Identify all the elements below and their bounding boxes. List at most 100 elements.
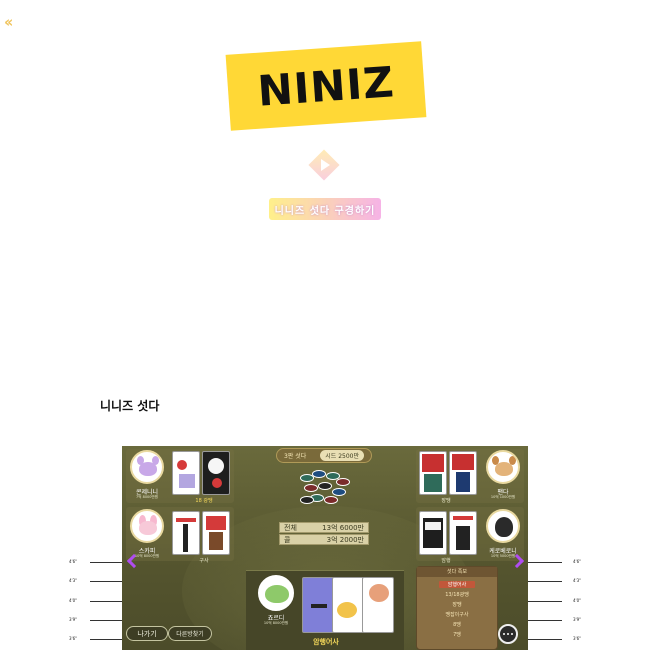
hand-ranking-title: 섯다 족보 (417, 567, 497, 577)
avatar-face (265, 585, 289, 603)
player-hand-label: 18 광땡 (195, 498, 213, 504)
pot-call-label: 콜 (284, 535, 291, 544)
card-mark (311, 604, 327, 608)
dimension-line (90, 639, 122, 640)
card-mark (452, 454, 474, 470)
pot-call-value: 3억 2000만 (326, 535, 364, 544)
card-figure (179, 474, 195, 488)
round-label: 3판 섯다 (283, 453, 307, 460)
chip (304, 484, 318, 492)
card-figure (456, 526, 470, 550)
chevron-left-icon[interactable] (126, 554, 136, 568)
dimension-label: 4'3" (68, 578, 78, 583)
avatar-face (139, 462, 157, 476)
dimension-label: 3'9" (68, 617, 78, 622)
dimension-line (528, 639, 562, 640)
player-panel: 케로베로니 10억 5000만원 암행 (416, 507, 524, 564)
card-mark (183, 524, 188, 552)
dimension-line (90, 581, 122, 582)
hand-ranking-item: 땡잡이구사 (445, 612, 469, 618)
niniz-logo: NINIZ (225, 41, 427, 131)
avatar (486, 450, 520, 484)
avatar-face (495, 517, 513, 537)
dimension-line (528, 562, 562, 563)
player-panel: 스카피 10억 8000만원 구사 (126, 507, 234, 564)
card-sun (177, 460, 187, 470)
pot-total-row: 전체 13억 6000만 (279, 522, 369, 533)
dimension-label: 4'6" (68, 559, 78, 564)
avatar-face (495, 462, 513, 476)
hwatu-card (302, 577, 334, 633)
hand-ranking-scroll: 섯다 족보 암행어사 13/18광땡 장땡 땡잡이구사 8땡 7땡 (416, 566, 498, 650)
player-hand-label: 구사 (199, 558, 209, 564)
watch-game-button[interactable]: 니니즈 섯다 구경하기 (269, 198, 381, 220)
pot-total-label: 전체 (284, 523, 297, 532)
play-icon (321, 159, 330, 171)
player-money: 7억 8000만원 (136, 495, 158, 499)
card-moon (208, 458, 224, 474)
avatar (130, 509, 164, 543)
hwatu-card (449, 451, 477, 495)
card-mark (206, 516, 226, 530)
dimension-line (528, 601, 562, 602)
hwatu-card (172, 451, 200, 495)
dimension-label: 4'6" (572, 559, 582, 564)
hand-ranking-item: 8땡 (453, 622, 461, 628)
card-stripe (453, 516, 473, 520)
chat-dot (503, 633, 505, 635)
dimension-line (528, 620, 562, 621)
hand-ranking-item: 암행어사 (439, 581, 475, 588)
hwatu-card (419, 511, 447, 555)
hand-ranking-item: 13/18광땡 (445, 592, 469, 598)
hand-ranking-item: 7땡 (453, 632, 461, 638)
card-stripe (176, 518, 196, 522)
double-chevron-left-icon: ‹‹ (4, 13, 14, 31)
chat-dot (507, 633, 509, 635)
hwatu-card (202, 511, 230, 555)
dimension-label: 4'3" (572, 578, 582, 583)
player-hand-label: 장땡 (441, 498, 451, 504)
chip (324, 496, 338, 504)
hand-ranking-item: 장땡 (452, 602, 462, 608)
dimension-line (90, 601, 122, 602)
card-figure (369, 584, 389, 602)
chat-bubble-icon[interactable] (498, 624, 518, 644)
hwatu-card (202, 451, 230, 495)
player-hand-label: 암행 (441, 558, 451, 564)
dimension-line (90, 562, 122, 563)
card-mark (425, 522, 441, 530)
card-figure (209, 532, 223, 550)
avatar (486, 509, 520, 543)
card-figure (424, 474, 442, 492)
card-figure (456, 472, 470, 492)
dimension-label: 3'9" (572, 617, 582, 622)
dimension-label: 4'0" (68, 598, 78, 603)
section-title: 니니즈 섯다 (100, 399, 160, 413)
game-board: 3판 섯다 시드 2500만 전체 13억 6000만 콜 3억 2000만 콘… (122, 446, 528, 650)
chevron-right-icon[interactable] (512, 554, 522, 568)
card-figure (337, 602, 357, 618)
card-mark (422, 454, 444, 472)
pot-total-value: 13억 6000만 (322, 523, 364, 532)
avatar (258, 575, 294, 611)
player-money: 10억 1000만원 (490, 495, 516, 499)
player-panel: 콘제니니 7억 8000만원 18 광땡 (126, 449, 234, 504)
dimension-label: 4'0" (572, 598, 582, 603)
dimension-line (90, 620, 122, 621)
logo-text: NINIZ (255, 56, 397, 116)
find-other-room-button[interactable]: 다른방찾기 (168, 626, 212, 641)
pot-call-row: 콜 3억 2000만 (279, 534, 369, 545)
leave-button[interactable]: 나가기 (126, 626, 168, 641)
chip (318, 482, 332, 490)
hwatu-card (449, 511, 477, 555)
hwatu-card (332, 577, 364, 633)
round-info: 3판 섯다 시드 2500만 (276, 448, 372, 463)
back-button[interactable]: ‹‹ (4, 14, 20, 30)
chat-dot (511, 633, 513, 635)
my-hand-label: 암행어사 (313, 638, 339, 646)
play-button[interactable] (308, 149, 340, 181)
dimension-label: 3'6" (572, 636, 582, 641)
chip (336, 478, 350, 486)
my-money: 10억 8000만원 (263, 621, 289, 625)
chip (332, 488, 346, 496)
